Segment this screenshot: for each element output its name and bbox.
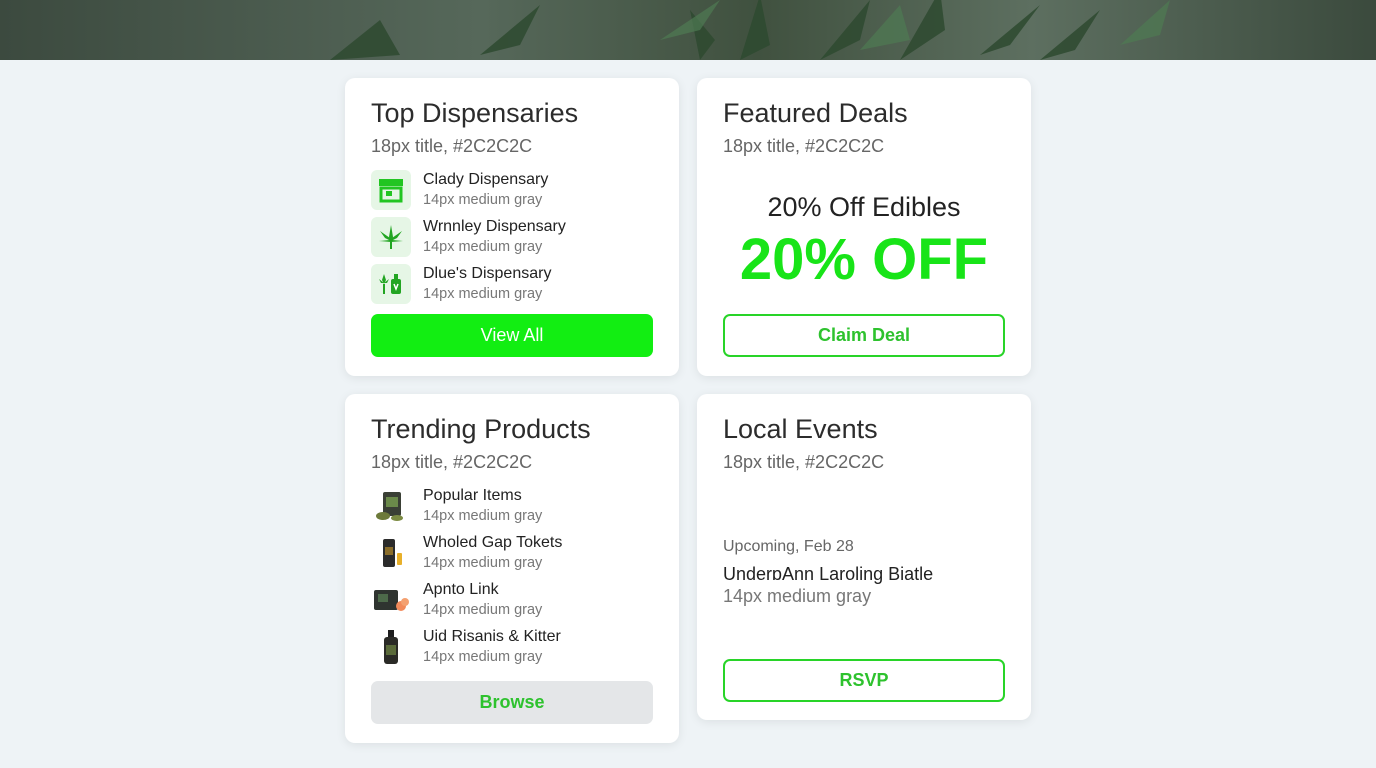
dispensary-name: Clady Dispensary <box>423 171 549 188</box>
product-meta: 14px medium gray <box>423 602 543 618</box>
product-meta: 14px medium gray <box>423 508 543 524</box>
cannabis-leaves-image <box>330 0 1170 60</box>
product-list: Popular Items 14px medium gray Wholed Ga… <box>371 486 562 674</box>
dispensary-name: Dlue's Dispensary <box>423 265 552 282</box>
local-events-card: Local Events 18px title, #2C2C2C Upcomin… <box>697 394 1031 720</box>
browse-button[interactable]: Browse <box>371 681 653 724</box>
list-item[interactable]: Popular Items 14px medium gray <box>371 486 562 533</box>
card-subtitle: 18px title, #2C2C2C <box>371 136 533 156</box>
list-item[interactable]: Wrnnley Dispensary 14px medium gray <box>371 217 566 264</box>
product-name: Uid Risanis & Kitter <box>423 628 561 645</box>
list-item[interactable]: Wholed Gap Tokets 14px medium gray <box>371 533 562 580</box>
featured-deals-card: Featured Deals 18px title, #2C2C2C 20% O… <box>697 78 1031 376</box>
card-title: Trending Products <box>371 414 591 444</box>
event-meta: 14px medium gray <box>723 586 872 606</box>
card-subtitle: 18px title, #2C2C2C <box>723 452 885 472</box>
dispensary-list: Clady Dispensary 14px medium gray Wrnnle… <box>371 170 566 311</box>
dispensary-meta: 14px medium gray <box>423 192 543 208</box>
rsvp-button[interactable]: RSVP <box>723 659 1005 702</box>
card-subtitle: 18px title, #2C2C2C <box>723 136 885 156</box>
claim-deal-button[interactable]: Claim Deal <box>723 314 1005 357</box>
product-name: Popular Items <box>423 487 522 504</box>
deal-title: 20% Off Edibles <box>767 192 961 222</box>
list-item[interactable]: Clady Dispensary 14px medium gray <box>371 170 566 217</box>
product-box-icon <box>371 580 411 620</box>
card-title: Top Dispensaries <box>371 98 579 128</box>
list-item[interactable]: Apnto Link 14px medium gray <box>371 580 562 627</box>
top-dispensaries-card: Top Dispensaries 18px title, #2C2C2C Cla… <box>345 78 679 376</box>
trending-products-card: Trending Products 18px title, #2C2C2C Po… <box>345 394 679 743</box>
event-name: UnderɒAnn Laroling Biatle <box>723 564 934 584</box>
dispensary-meta: 14px medium gray <box>423 239 543 255</box>
deal-discount: 20% OFF <box>739 227 989 292</box>
product-name: Apnto Link <box>423 581 499 598</box>
event-date: Upcoming, Feb 28 <box>723 538 854 555</box>
product-meta: 14px medium gray <box>423 649 543 665</box>
product-meta: 14px medium gray <box>423 555 543 571</box>
list-item[interactable]: Uid Risanis & Kitter 14px medium gray <box>371 627 562 674</box>
cannabis-leaf-icon <box>371 217 411 257</box>
storefront-icon <box>371 170 411 210</box>
list-item[interactable]: Dlue's Dispensary 14px medium gray <box>371 264 566 311</box>
tincture-bottle-icon <box>371 627 411 667</box>
bottle-leaf-icon <box>371 264 411 304</box>
card-title: Featured Deals <box>723 98 908 128</box>
card-title: Local Events <box>723 414 878 444</box>
product-bag-icon <box>371 486 411 526</box>
product-name: Wholed Gap Tokets <box>423 534 563 551</box>
view-all-button[interactable]: View All <box>371 314 653 357</box>
card-subtitle: 18px title, #2C2C2C <box>371 452 533 472</box>
product-jar-icon <box>371 533 411 573</box>
dispensary-name: Wrnnley Dispensary <box>423 218 566 235</box>
dispensary-meta: 14px medium gray <box>423 286 543 302</box>
hero-banner <box>0 0 1376 60</box>
